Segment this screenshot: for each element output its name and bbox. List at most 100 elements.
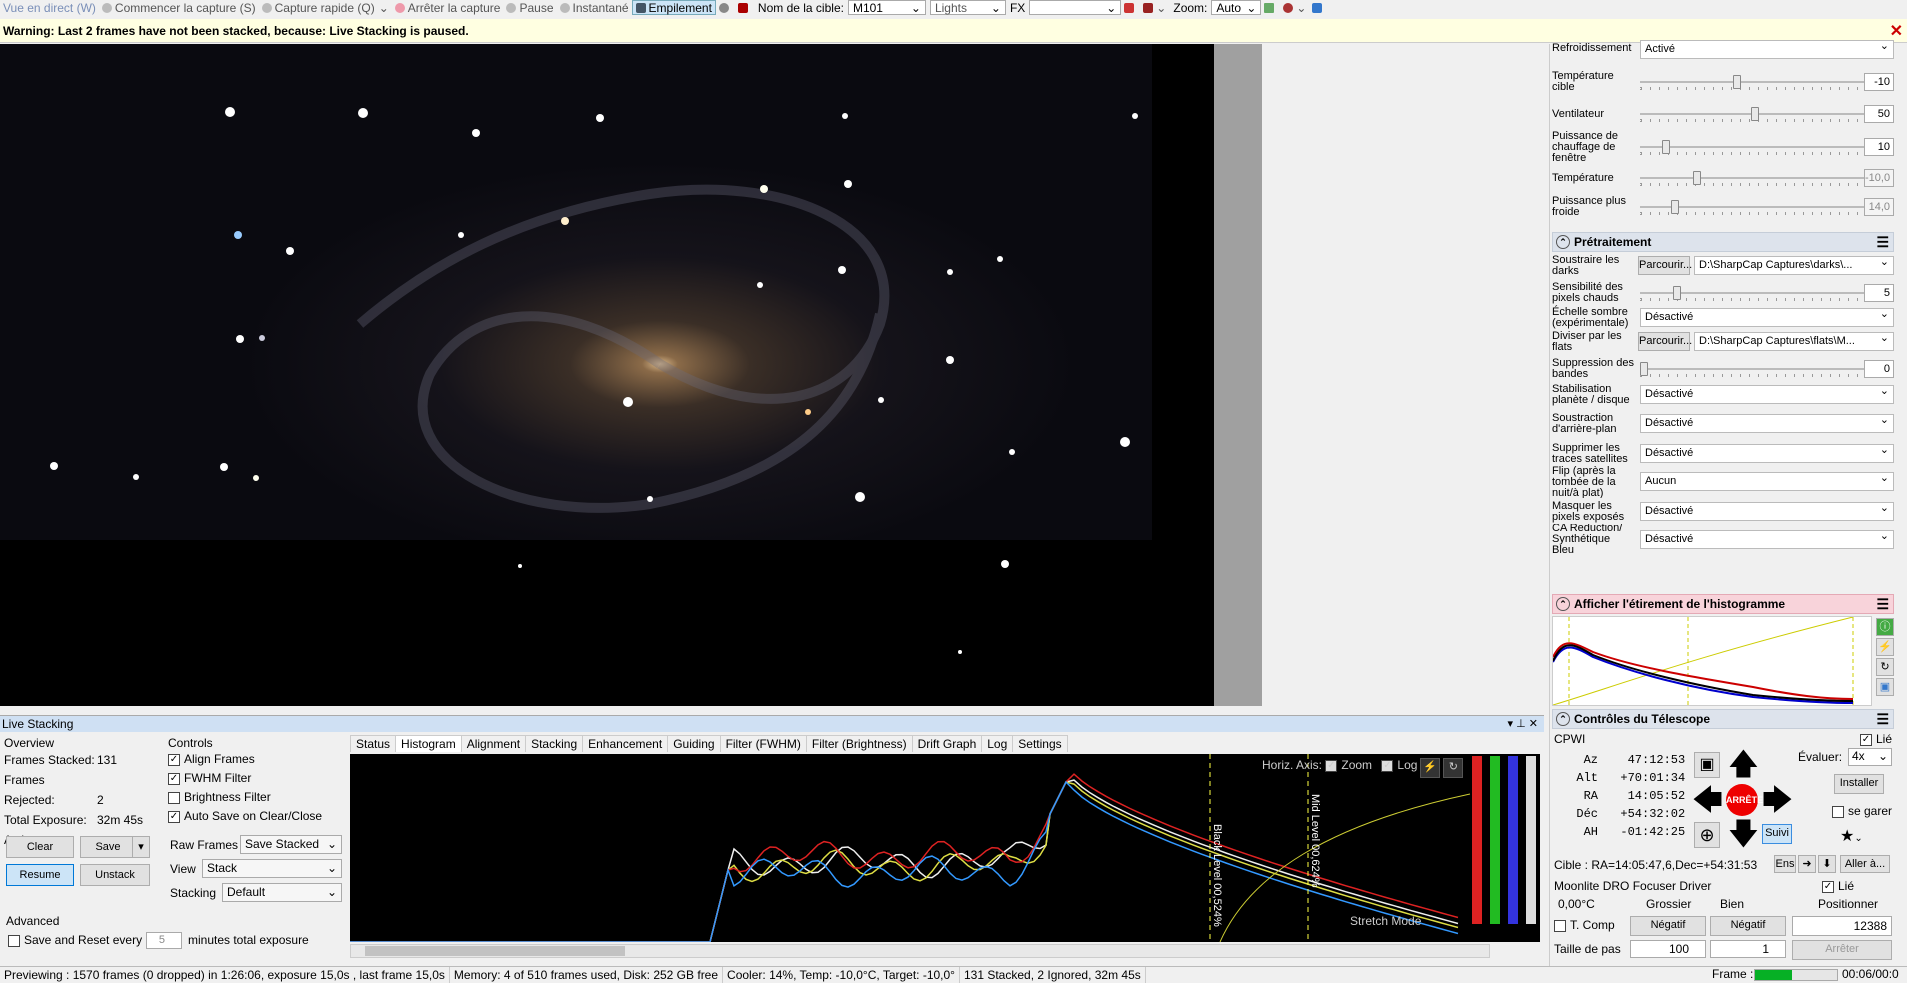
red-level-slider[interactable] bbox=[1472, 756, 1482, 924]
goto-button[interactable]: Aller à... bbox=[1840, 855, 1890, 873]
slider-thumb[interactable] bbox=[1673, 286, 1682, 300]
ir-button[interactable] bbox=[735, 0, 754, 15]
arrow-right-icon[interactable]: 🡆 bbox=[1762, 786, 1793, 816]
slider-thumb[interactable] bbox=[1640, 362, 1648, 376]
browse-flats-button[interactable]: Parcourir... bbox=[1638, 332, 1692, 351]
live-view-button[interactable]: Vue en direct (W) bbox=[0, 0, 99, 15]
histostretch-header[interactable]: ⌃ Afficher l'étirement de l'histogramme … bbox=[1552, 594, 1894, 614]
slider-thumb[interactable] bbox=[1662, 140, 1671, 154]
preprocessing-header[interactable]: ⌃ Prétraitement ☰ bbox=[1552, 232, 1894, 252]
save-button[interactable]: Save bbox=[80, 836, 136, 858]
lightning-icon[interactable]: ⚡ bbox=[1876, 638, 1894, 656]
align-frames-checkbox[interactable]: ✓ Align Frames bbox=[168, 750, 344, 769]
arrow-down-icon[interactable]: ⬇ bbox=[1818, 855, 1836, 873]
spiral-search-icon[interactable]: ▣ bbox=[1694, 752, 1720, 778]
ca-select[interactable]: Désactivé bbox=[1640, 528, 1894, 549]
darks-path-select[interactable]: D:\SharpCap Captures\darks\... bbox=[1694, 254, 1894, 275]
save-reset-input[interactable]: 5 bbox=[146, 932, 182, 949]
banding-value[interactable]: 0 bbox=[1864, 360, 1894, 378]
banding-slider[interactable] bbox=[1640, 359, 1870, 379]
scrollbar-thumb[interactable] bbox=[365, 946, 625, 956]
slider-thumb[interactable] bbox=[1733, 75, 1742, 89]
chevron-down-icon[interactable]: ▾ bbox=[1508, 718, 1514, 730]
fine-step-input[interactable]: 1 bbox=[1710, 940, 1786, 958]
collapse-icon[interactable]: ⌃ bbox=[1556, 235, 1570, 249]
mount-linked-checkbox[interactable]: ✓ Lié bbox=[1860, 732, 1892, 746]
save-reset-checkbox[interactable]: Save and Reset every bbox=[8, 933, 142, 947]
tab-status[interactable]: Status bbox=[350, 735, 397, 752]
zoom-checkbox[interactable]: ✓ Zoom bbox=[1325, 758, 1372, 772]
darkscale-select[interactable]: Désactivé bbox=[1640, 306, 1894, 327]
arrow-up-icon[interactable]: 🡅 bbox=[1728, 750, 1759, 780]
telescope-header[interactable]: ⌃ Contrôles du Télescope ☰ bbox=[1552, 709, 1894, 729]
stab-select[interactable]: Désactivé bbox=[1640, 383, 1894, 404]
histogram-panel[interactable]: Black Level 00,524% Mid Level 00,624% Ho… bbox=[350, 754, 1540, 943]
pin-icon[interactable]: ⊥ bbox=[1516, 718, 1526, 730]
stacking-mode-select[interactable]: Default ⌄ bbox=[222, 883, 342, 902]
tab-drift-graph[interactable]: Drift Graph bbox=[911, 735, 983, 752]
flip-select[interactable]: Aucun bbox=[1640, 470, 1894, 491]
slider-thumb[interactable] bbox=[1751, 107, 1759, 121]
zoom-select[interactable]: Auto ⌄ bbox=[1211, 0, 1262, 15]
raw-frames-select[interactable]: Save Stacked ⌄ bbox=[240, 835, 342, 854]
blue-level-slider[interactable] bbox=[1508, 756, 1518, 924]
collapse-icon[interactable]: ⌃ bbox=[1556, 597, 1570, 611]
chevron-down-icon[interactable]: ▾ bbox=[132, 836, 150, 858]
lightning-icon[interactable]: ⚡ bbox=[1420, 758, 1440, 778]
tcomp-checkbox[interactable]: T. Comp bbox=[1554, 918, 1615, 932]
hotpix-value[interactable]: 5 bbox=[1864, 284, 1894, 302]
clear-button[interactable]: Clear bbox=[6, 836, 74, 858]
solve-button[interactable] bbox=[1309, 0, 1328, 15]
pause-button[interactable]: Pause bbox=[503, 0, 556, 15]
coarse-negative-button[interactable]: Négatif bbox=[1630, 916, 1706, 936]
unstack-button[interactable]: Unstack bbox=[80, 864, 150, 886]
flats-path-select[interactable]: D:\SharpCap Captures\flats\M... bbox=[1694, 330, 1894, 351]
menu-icon[interactable]: ☰ bbox=[1876, 234, 1889, 251]
tab-guiding[interactable]: Guiding bbox=[667, 735, 721, 752]
tab-filter-fwhm[interactable]: Filter (FWHM) bbox=[719, 735, 807, 752]
brightness-filter-checkbox[interactable]: Brightness Filter bbox=[168, 788, 344, 807]
hotpix-slider[interactable] bbox=[1640, 283, 1870, 303]
browse-darks-button[interactable]: Parcourir... bbox=[1638, 256, 1692, 275]
arrow-right-icon[interactable]: ➜ bbox=[1798, 855, 1816, 873]
coarse-step-input[interactable]: 100 bbox=[1630, 940, 1706, 958]
fan-value[interactable]: 50 bbox=[1864, 105, 1894, 123]
view-select[interactable]: Stack ⌄ bbox=[202, 859, 342, 878]
auto-stretch-icon[interactable]: ⓘ bbox=[1876, 618, 1894, 636]
snapshot-button[interactable]: Instantané bbox=[557, 0, 632, 15]
cooling-select[interactable]: Activé bbox=[1640, 38, 1894, 59]
mask-select[interactable]: Désactivé bbox=[1640, 500, 1894, 521]
fine-negative-button[interactable]: Négatif bbox=[1710, 916, 1786, 936]
focuser-linked-checkbox[interactable]: ✓ Lié bbox=[1822, 879, 1854, 893]
menu-icon[interactable]: ☰ bbox=[1876, 596, 1889, 613]
quick-capture-button[interactable]: Capture rapide (Q) ⌄ bbox=[259, 0, 392, 15]
green-level-slider[interactable] bbox=[1490, 756, 1500, 924]
target-name-input[interactable]: M101 ⌄ bbox=[847, 0, 926, 15]
menu-icon[interactable]: ☰ bbox=[1876, 711, 1889, 728]
resume-button[interactable]: Resume bbox=[6, 864, 74, 886]
tab-stacking[interactable]: Stacking bbox=[525, 735, 584, 752]
level-sliders[interactable] bbox=[1466, 756, 1538, 924]
tab-histogram[interactable]: Histogram bbox=[395, 735, 462, 752]
tracking-button[interactable]: Suivi bbox=[1762, 824, 1792, 844]
star-icon[interactable]: ★⌄ bbox=[1840, 826, 1863, 846]
target-temp-slider[interactable] bbox=[1640, 72, 1870, 92]
close-image-button[interactable]: ⌄ bbox=[1140, 0, 1169, 15]
park-button[interactable]: Installer bbox=[1834, 774, 1884, 794]
histogram-button[interactable] bbox=[1261, 0, 1280, 15]
histostretch-graph[interactable] bbox=[1552, 616, 1872, 706]
focuser-stop-button[interactable]: Arrêter bbox=[1792, 940, 1892, 960]
fwhm-filter-checkbox[interactable]: ✓ FWHM Filter bbox=[168, 769, 344, 788]
image-viewport[interactable] bbox=[0, 44, 1262, 706]
stop-capture-button[interactable]: Arrêter la capture bbox=[392, 0, 504, 15]
stacking-button[interactable]: Empilement bbox=[631, 0, 716, 15]
heater-value[interactable]: 10 bbox=[1864, 138, 1894, 156]
tab-settings[interactable]: Settings bbox=[1012, 735, 1068, 752]
luminance-level-slider[interactable] bbox=[1526, 756, 1536, 924]
unpark-checkbox[interactable]: se garer bbox=[1832, 804, 1892, 818]
autosave-checkbox[interactable]: ✓ Auto Save on Clear/Close bbox=[168, 807, 344, 826]
sat-select[interactable]: Désactivé bbox=[1640, 442, 1894, 463]
record-button[interactable] bbox=[1121, 0, 1140, 15]
tab-filter-brightness[interactable]: Filter (Brightness) bbox=[805, 735, 913, 752]
target-temp-value[interactable]: -10 bbox=[1864, 73, 1894, 91]
